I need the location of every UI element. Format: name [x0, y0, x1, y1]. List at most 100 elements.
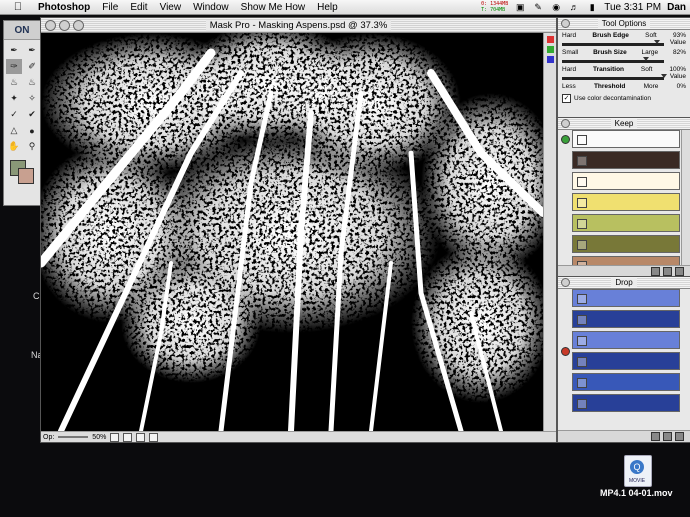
drop-color-list [572, 289, 680, 415]
toolbox-panel: ON ✒ ✒ ✑ ✐ ♨ ♨ ✦ ✧ ✓ ✔ △ ● ✋ ⚲ [3, 20, 41, 206]
load-swatch-icon[interactable] [663, 267, 672, 276]
drop-title: Drop [611, 278, 637, 287]
drop-color-swatch[interactable] [572, 331, 680, 349]
keep-color-swatch[interactable] [572, 130, 680, 148]
wifi-icon[interactable]: ◉ [550, 2, 562, 12]
opacity-label: Op: [43, 433, 55, 441]
keep-color-swatch[interactable] [572, 193, 680, 211]
new-swatch-icon[interactable] [651, 432, 660, 441]
decontamination-label: Use color decontamination [574, 95, 651, 102]
pen-icon[interactable]: ✓ [6, 107, 22, 122]
drop-color-swatch[interactable] [572, 289, 680, 307]
brush-size-right-label: Large [641, 49, 659, 56]
keep-panel: Keep [557, 117, 690, 278]
drop-eyedropper-icon[interactable]: ✒ [24, 43, 40, 58]
threshold-value: 0% [676, 83, 686, 90]
close-icon[interactable] [561, 119, 570, 128]
tool-options-panel: Tool Options Hard Brush Edge Soft 93% Va… [557, 17, 690, 118]
brush-edge-left-label: Hard [562, 32, 577, 39]
tool-options-title: Tool Options [597, 19, 651, 28]
apple-menu-icon[interactable]:  [12, 1, 24, 13]
aspen-mask-image [41, 33, 543, 431]
decontamination-option[interactable]: ✓ Use color decontamination [558, 91, 690, 106]
hand-icon[interactable]: ✋ [6, 139, 22, 154]
zoom-slider[interactable] [58, 436, 89, 438]
quicktime-icon: Q [630, 460, 644, 474]
magic-bucket-icon[interactable]: ♨ [24, 75, 40, 90]
close-icon[interactable] [45, 20, 56, 31]
background-swatch[interactable] [18, 168, 34, 184]
close-icon[interactable] [561, 19, 570, 28]
keep-title: Keep [610, 119, 638, 128]
threshold-right-label: More [643, 83, 659, 90]
close-icon[interactable] [561, 278, 570, 287]
movie-file-label[interactable]: MP4.1 04-01.mov [600, 488, 673, 498]
display-icon[interactable]: ▣ [514, 2, 526, 12]
menu-window[interactable]: Window [187, 2, 235, 13]
keep-titlebar[interactable]: Keep [558, 118, 690, 130]
drop-titlebar[interactable]: Drop [558, 277, 690, 289]
load-swatch-icon[interactable] [663, 432, 672, 441]
tool-options-titlebar[interactable]: Tool Options [558, 18, 690, 30]
keep-color-swatch[interactable] [572, 214, 680, 232]
transition-label: Transition [592, 66, 625, 73]
menu-help[interactable]: Help [311, 2, 344, 13]
volume-icon[interactable]: ♬ [568, 2, 580, 12]
transition-slider[interactable]: Value [562, 73, 686, 82]
menu-clock[interactable]: Tue 3:31 PM [604, 2, 661, 13]
color-swatches[interactable] [4, 158, 40, 186]
new-swatch-icon[interactable] [651, 267, 660, 276]
menu-user[interactable]: Dan [667, 2, 686, 13]
menu-file[interactable]: File [96, 2, 124, 13]
magic-brush-icon[interactable]: ✑ [6, 59, 22, 74]
drop-color-swatch[interactable] [572, 373, 680, 391]
document-status-bar: Op: 50% [41, 431, 556, 442]
script-icon[interactable]: ✎ [532, 2, 544, 12]
chisel-icon[interactable]: △ [6, 123, 22, 138]
blur-icon[interactable]: ● [24, 123, 40, 138]
drop-color-swatch[interactable] [572, 394, 680, 412]
brush-edge-slider[interactable]: Value [562, 39, 686, 48]
threshold-left-label: Less [562, 83, 576, 90]
bucket-icon[interactable]: ♨ [6, 75, 22, 90]
magic-wand-icon[interactable]: ✧ [24, 91, 40, 106]
zoom-window-icon[interactable] [73, 20, 84, 31]
wand-icon[interactable]: ✦ [6, 91, 22, 106]
trash-icon[interactable] [675, 267, 684, 276]
drop-color-swatch[interactable] [572, 310, 680, 328]
keep-eyedropper-icon[interactable]: ✒ [6, 43, 22, 58]
value-label: Value [669, 39, 686, 46]
menu-photoshop[interactable]: Photoshop [32, 2, 96, 13]
keep-color-swatch[interactable] [572, 235, 680, 253]
keep-color-swatch[interactable] [572, 172, 680, 190]
document-titlebar[interactable]: Mask Pro - Masking Aspens.psd @ 37.3% [41, 18, 556, 33]
memory-meter: 0: 1344MB T: 704MB [481, 1, 508, 13]
keep-color-list [572, 130, 680, 277]
movie-file-icon[interactable]: Q MOVIE [624, 455, 652, 487]
menu-view[interactable]: View [154, 2, 188, 13]
brush-size-slider[interactable] [562, 57, 686, 65]
keep-color-swatch[interactable] [572, 151, 680, 169]
image-canvas[interactable] [41, 33, 543, 431]
keep-scrollbar[interactable] [681, 130, 690, 265]
menu-show-me-how[interactable]: Show Me How [235, 2, 311, 13]
menu-edit[interactable]: Edit [124, 2, 153, 13]
view-mode-button[interactable] [123, 432, 133, 442]
magic-pen-icon[interactable]: ✔ [24, 107, 40, 122]
battery-icon[interactable]: ▮ [586, 2, 598, 12]
view-mode-button[interactable] [110, 432, 120, 442]
file-badge: MOVIE [629, 478, 646, 484]
brush-icon[interactable]: ✐ [24, 59, 40, 74]
brush-edge-right-label: Soft [645, 32, 657, 39]
minimize-icon[interactable] [59, 20, 70, 31]
decontamination-checkbox[interactable]: ✓ [562, 94, 571, 103]
drop-color-swatch[interactable] [572, 352, 680, 370]
brush-edge-label: Brush Edge [592, 32, 629, 39]
drop-footer [558, 430, 690, 442]
zoom-icon[interactable]: ⚲ [24, 139, 40, 154]
view-mode-button[interactable] [149, 432, 159, 442]
vertical-scrollbar[interactable] [543, 33, 556, 431]
trash-icon[interactable] [675, 432, 684, 441]
view-mode-button[interactable] [136, 432, 146, 442]
menu-bar:  Photoshop File Edit View Window Show M… [0, 0, 690, 15]
